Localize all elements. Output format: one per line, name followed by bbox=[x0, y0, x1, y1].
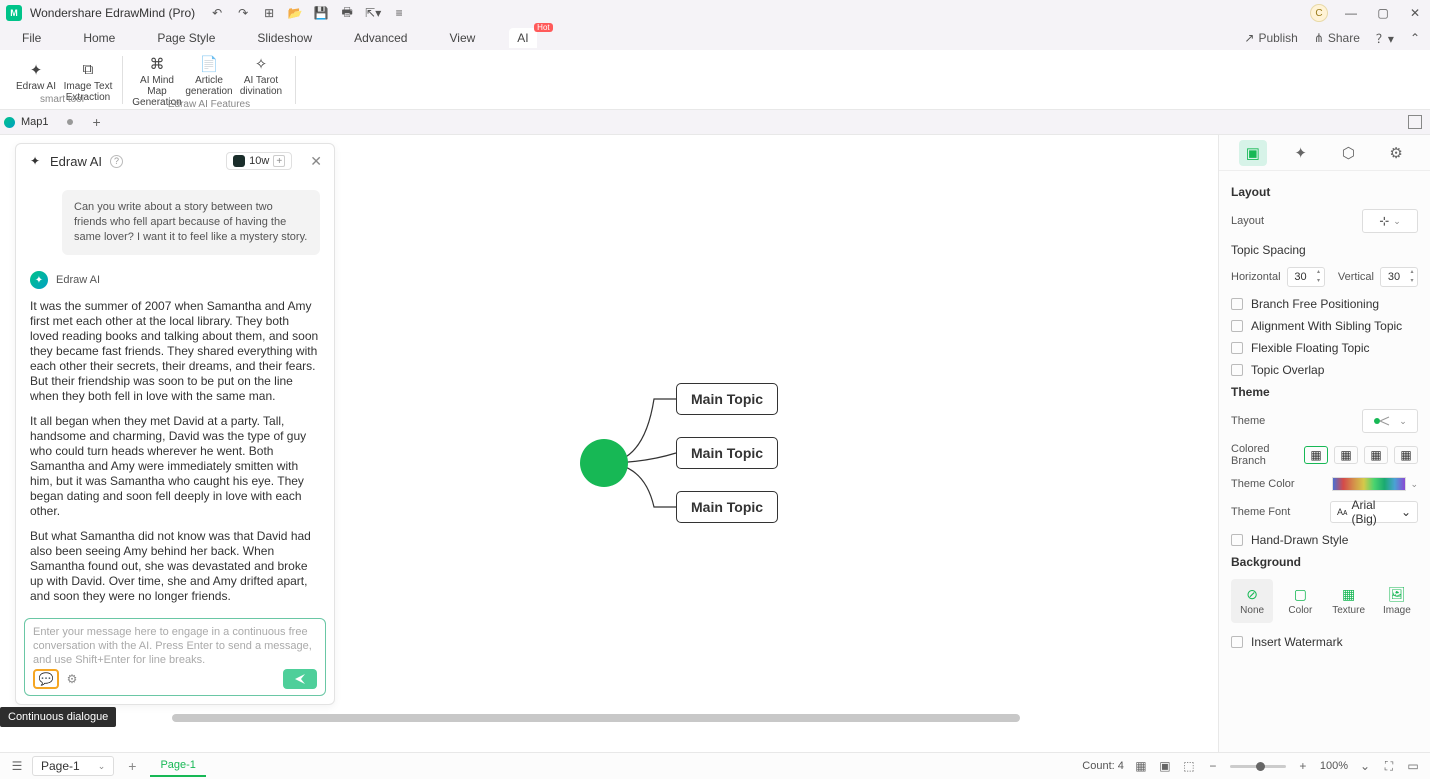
canvas[interactable]: Main Topic Main Topic Main Topic bbox=[0, 135, 1218, 752]
open-icon[interactable]: 📂 bbox=[287, 5, 303, 21]
theme-font-select[interactable]: AᴀArial (Big)⌄ bbox=[1330, 501, 1418, 523]
vertical-spacing-input[interactable]: ▴▾ bbox=[1380, 267, 1418, 287]
section-layout: Layout bbox=[1231, 185, 1418, 199]
bg-texture[interactable]: ▦Texture bbox=[1328, 579, 1370, 623]
count-label: Count: 4 bbox=[1082, 760, 1124, 772]
add-page-button[interactable]: + bbox=[128, 758, 136, 774]
branch-pal-4[interactable]: ▦ bbox=[1394, 446, 1418, 464]
bg-color[interactable]: ▢Color bbox=[1279, 579, 1321, 623]
bg-image[interactable]: 🖼Image bbox=[1376, 579, 1418, 623]
mindmap-icon: ⌘ bbox=[148, 55, 166, 73]
panel-toggle-button[interactable] bbox=[1408, 115, 1422, 129]
layout-select[interactable]: ⊹⌄ bbox=[1362, 209, 1418, 233]
doc-tab-map1[interactable]: Map1 bbox=[4, 116, 73, 128]
panel-tab-tag[interactable]: ⬡ bbox=[1334, 140, 1362, 166]
topic-overlap-check[interactable]: Topic Overlap bbox=[1231, 363, 1418, 377]
app-logo: M bbox=[6, 5, 22, 21]
zoom-in-button[interactable]: + bbox=[1296, 759, 1310, 773]
main-topic-3[interactable]: Main Topic bbox=[676, 491, 778, 523]
close-window-button[interactable]: ✕ bbox=[1406, 4, 1424, 22]
zoom-slider[interactable] bbox=[1230, 765, 1286, 768]
main-topic-1[interactable]: Main Topic bbox=[676, 383, 778, 415]
minimize-button[interactable]: — bbox=[1342, 4, 1360, 22]
branch-free-check[interactable]: Branch Free Positioning bbox=[1231, 297, 1418, 311]
tab-home[interactable]: Home bbox=[75, 28, 123, 48]
none-icon: ⊘ bbox=[1244, 586, 1260, 602]
ocr-icon: ⧉ bbox=[79, 61, 97, 79]
tooltip: Continuous dialogue bbox=[0, 707, 116, 727]
texture-icon: ▦ bbox=[1341, 586, 1357, 602]
color-icon: ▢ bbox=[1292, 586, 1308, 602]
panel-tab-style[interactable]: ✦ bbox=[1287, 140, 1315, 166]
save-icon[interactable]: 💾 bbox=[313, 5, 329, 21]
group-ai-features: Edraw AI Features bbox=[127, 99, 291, 110]
panel-tab-layout[interactable]: ▣ bbox=[1239, 140, 1267, 166]
tab-view[interactable]: View bbox=[441, 28, 483, 48]
maximize-button[interactable]: ▢ bbox=[1374, 4, 1392, 22]
redo-icon[interactable]: ↷ bbox=[235, 5, 251, 21]
branch-pal-2[interactable]: ▦ bbox=[1334, 446, 1358, 464]
align-sibling-check[interactable]: Alignment With Sibling Topic bbox=[1231, 319, 1418, 333]
branch-pal-3[interactable]: ▦ bbox=[1364, 446, 1388, 464]
theme-color-strip[interactable] bbox=[1332, 477, 1406, 491]
undo-icon[interactable]: ↶ bbox=[209, 5, 225, 21]
qat-more-icon[interactable]: ≡ bbox=[391, 5, 407, 21]
page-selector[interactable]: Page-1⌄ bbox=[32, 756, 114, 776]
theme-color-dropdown[interactable]: ⌄ bbox=[1410, 479, 1418, 490]
tab-slideshow[interactable]: Slideshow bbox=[249, 28, 320, 48]
zoom-dropdown[interactable]: ⌄ bbox=[1358, 759, 1372, 773]
app-title: Wondershare EdrawMind (Pro) bbox=[30, 6, 195, 20]
sparkle-icon: ✦ bbox=[27, 61, 45, 79]
help-button[interactable]: ？▾ bbox=[1376, 30, 1394, 47]
collapse-ribbon-button[interactable]: ⌃ bbox=[1410, 31, 1420, 45]
zoom-level: 100% bbox=[1320, 760, 1348, 772]
zoom-out-button[interactable]: − bbox=[1206, 759, 1220, 773]
publish-button[interactable]: ↗ Publish bbox=[1244, 31, 1297, 45]
new-tab-button[interactable]: + bbox=[93, 114, 101, 130]
doc-icon bbox=[4, 117, 15, 128]
tab-advanced[interactable]: Advanced bbox=[346, 28, 415, 48]
group-smart-tool: smart tool bbox=[6, 94, 118, 105]
avatar[interactable]: C bbox=[1310, 4, 1328, 22]
print-icon[interactable]: 🖶 bbox=[339, 5, 355, 21]
fit-page-icon[interactable]: ▣ bbox=[1158, 759, 1172, 773]
share-button[interactable]: ⋔ Share bbox=[1314, 31, 1360, 45]
modified-indicator bbox=[67, 119, 73, 125]
tab-page-style[interactable]: Page Style bbox=[149, 28, 223, 48]
root-topic[interactable] bbox=[580, 439, 628, 487]
theme-select[interactable]: ⌄ bbox=[1362, 409, 1418, 433]
main-topic-2[interactable]: Main Topic bbox=[676, 437, 778, 469]
horizontal-spacing-input[interactable]: ▴▾ bbox=[1287, 267, 1325, 287]
tab-ai[interactable]: AI bbox=[509, 28, 536, 48]
flex-float-check[interactable]: Flexible Floating Topic bbox=[1231, 341, 1418, 355]
fit-width-icon[interactable]: ⬚ bbox=[1182, 759, 1196, 773]
new-icon[interactable]: ⊞ bbox=[261, 5, 277, 21]
image-icon: 🖼 bbox=[1389, 586, 1405, 602]
outline-icon[interactable]: ☰ bbox=[10, 759, 24, 773]
tarot-icon: ✧ bbox=[252, 55, 270, 73]
section-background: Background bbox=[1231, 555, 1418, 569]
fullscreen-icon[interactable]: ⛶ bbox=[1382, 759, 1396, 773]
panel-tab-settings[interactable]: ⚙ bbox=[1382, 140, 1410, 166]
tab-file[interactable]: File bbox=[14, 28, 49, 48]
presentation-icon[interactable]: ▭ bbox=[1406, 759, 1420, 773]
grid-icon[interactable]: ▦ bbox=[1134, 759, 1148, 773]
bg-none[interactable]: ⊘None bbox=[1231, 579, 1273, 623]
branch-pal-1[interactable]: ▦ bbox=[1304, 446, 1328, 464]
format-panel: ▣ ✦ ⬡ ⚙ Layout Layout ⊹⌄ Topic Spacing H… bbox=[1218, 135, 1430, 752]
h-scrollbar[interactable] bbox=[172, 714, 1208, 722]
insert-watermark-check[interactable]: Insert Watermark bbox=[1231, 635, 1418, 649]
section-theme: Theme bbox=[1231, 385, 1418, 399]
export-icon[interactable]: ⇱▾ bbox=[365, 5, 381, 21]
hand-drawn-check[interactable]: Hand-Drawn Style bbox=[1231, 533, 1418, 547]
page-tab-1[interactable]: Page-1 bbox=[150, 755, 205, 777]
article-icon: 📄 bbox=[200, 55, 218, 73]
